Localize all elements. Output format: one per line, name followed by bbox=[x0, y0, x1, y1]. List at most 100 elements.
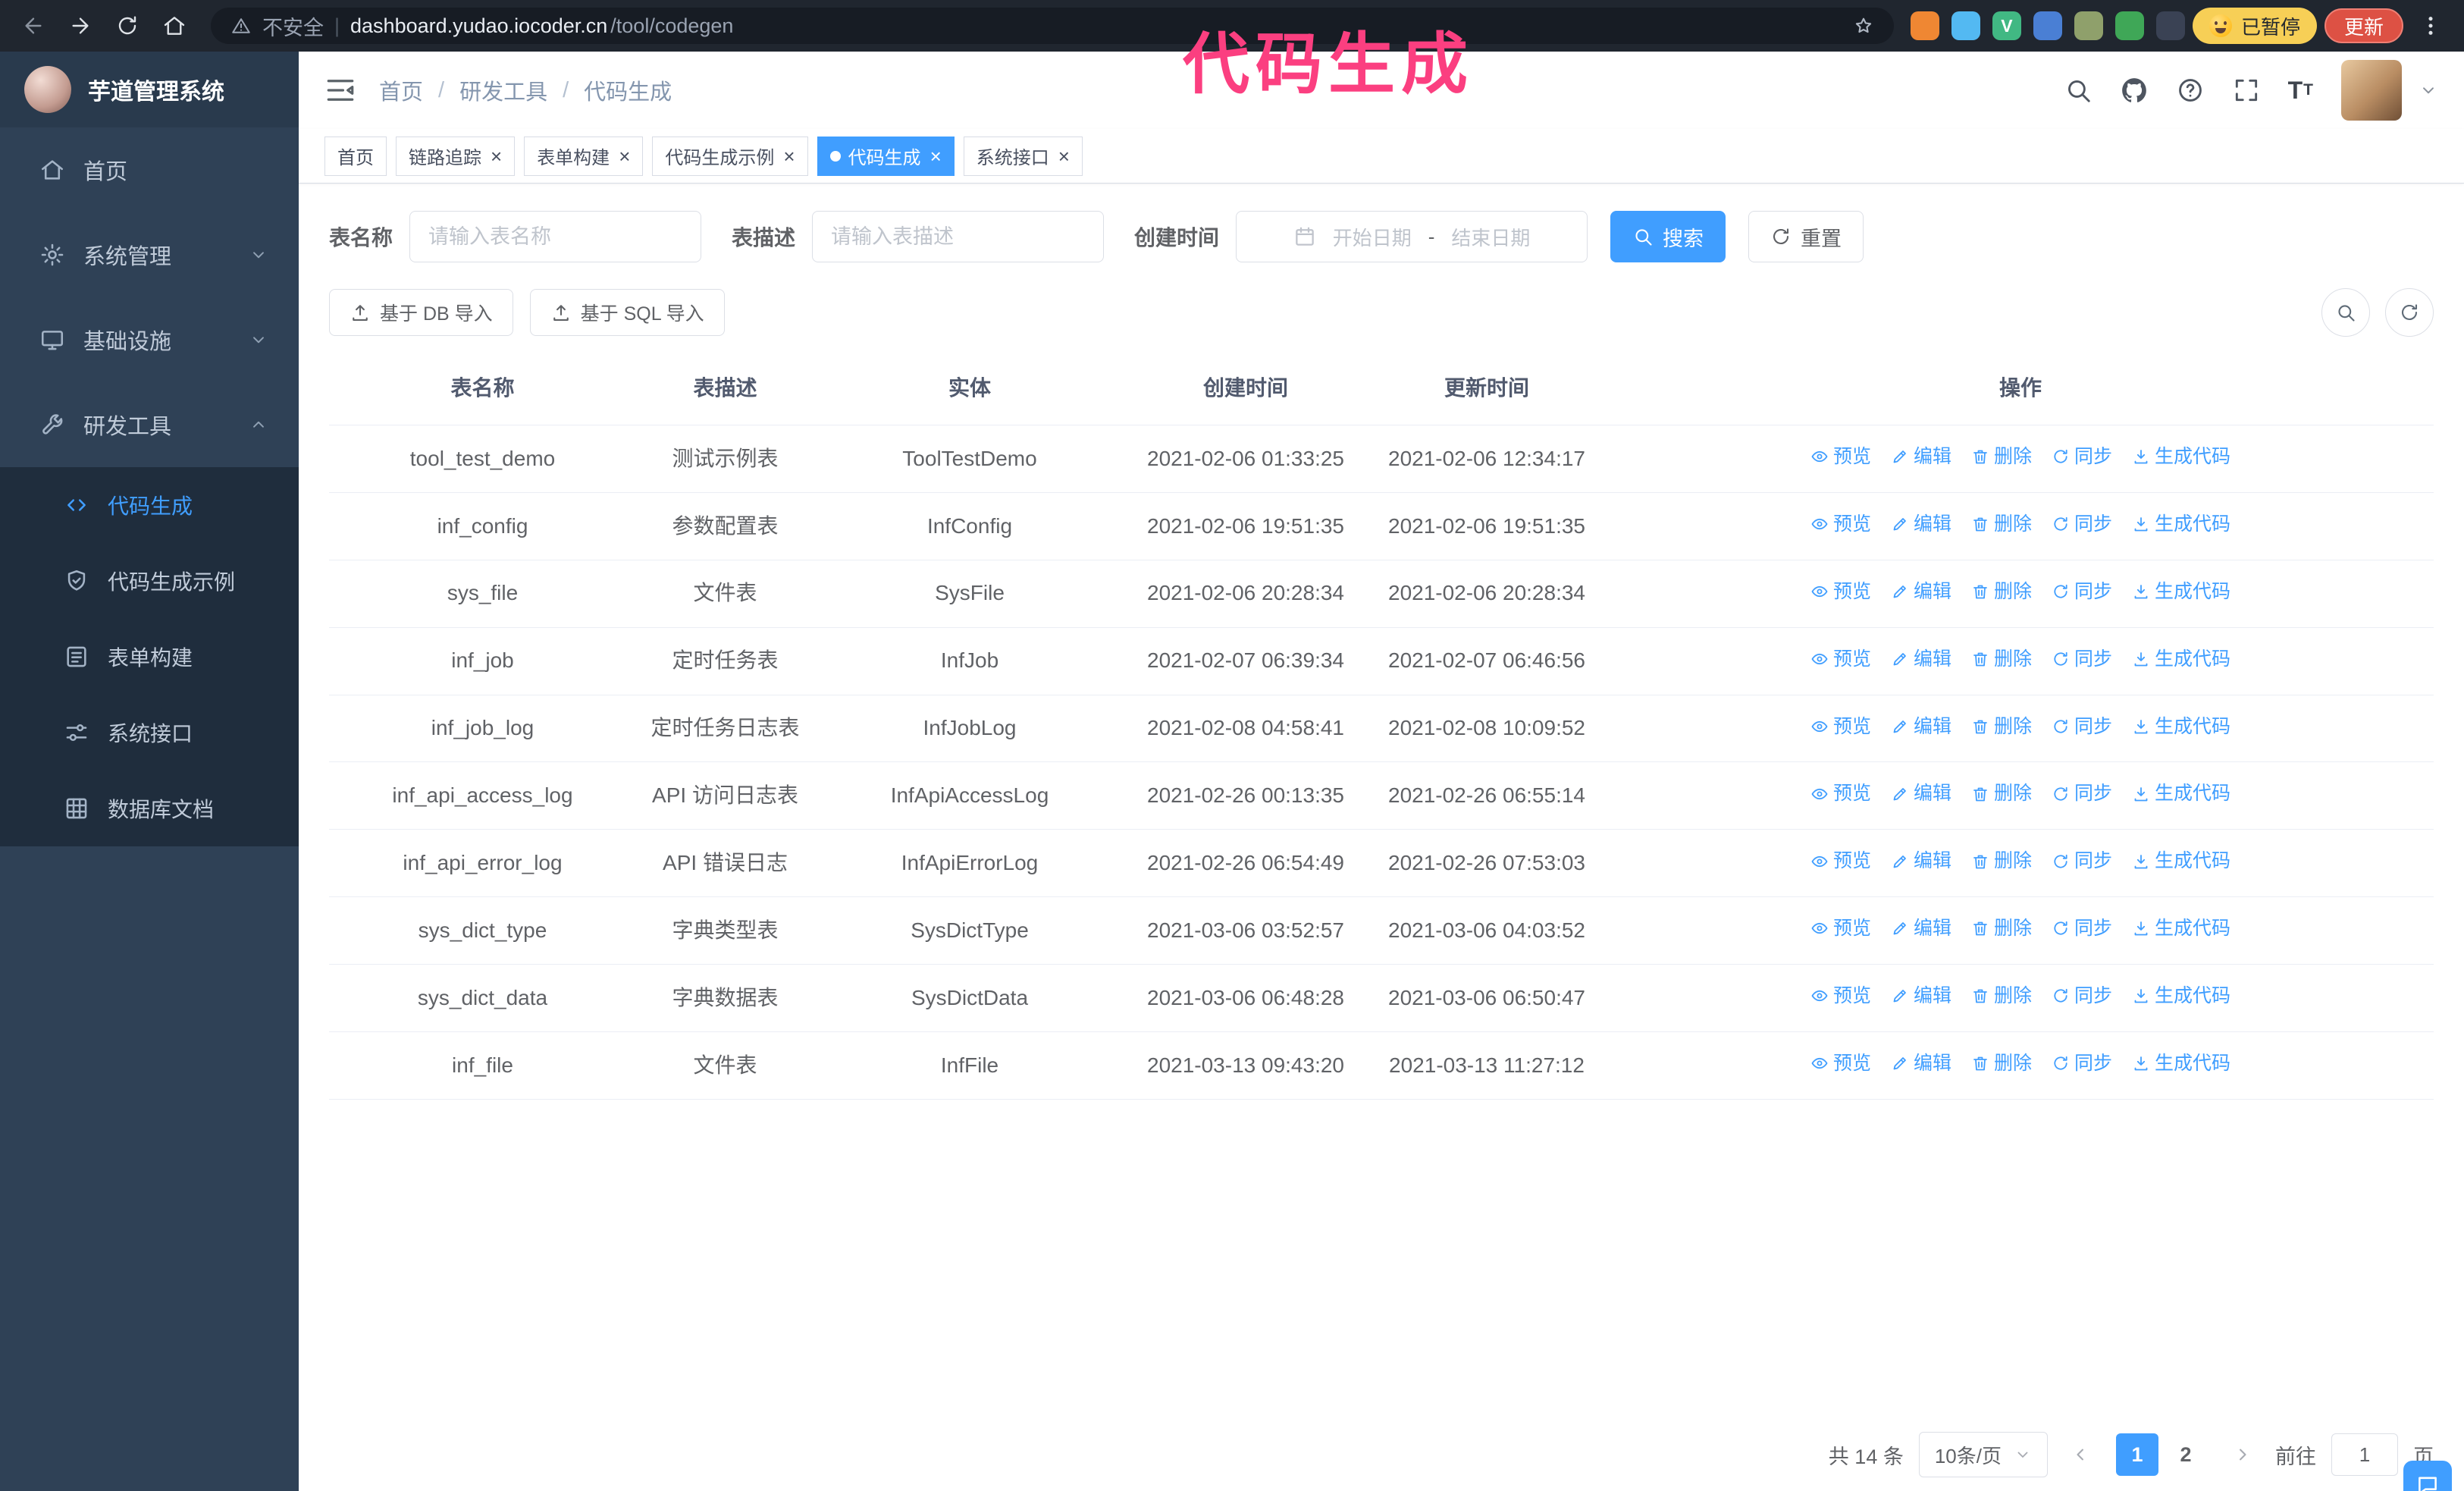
extension-icon-drop[interactable] bbox=[1951, 11, 1980, 40]
action-delete[interactable]: 删除 bbox=[1971, 646, 2032, 673]
action-sync[interactable]: 同步 bbox=[2052, 848, 2112, 874]
action-sync[interactable]: 同步 bbox=[2052, 1050, 2112, 1077]
close-tab-icon[interactable]: × bbox=[491, 146, 502, 166]
action-delete[interactable]: 删除 bbox=[1971, 714, 2032, 740]
extension-icon-puzzle[interactable] bbox=[2155, 11, 2185, 40]
action-delete[interactable]: 删除 bbox=[1971, 444, 2032, 470]
action-preview[interactable]: 预览 bbox=[1810, 848, 1871, 874]
breadcrumb-item[interactable]: 首页 bbox=[379, 74, 423, 106]
sidebar-item-form-builder[interactable]: 表单构建 bbox=[0, 619, 299, 695]
refresh-table-button[interactable] bbox=[2385, 288, 2434, 337]
import-db-button[interactable]: 基于 DB 导入 bbox=[329, 289, 513, 336]
github-icon[interactable] bbox=[2120, 76, 2149, 105]
extension-icon-vue[interactable]: V bbox=[1992, 11, 2021, 40]
tab-home[interactable]: 首页 bbox=[324, 136, 387, 176]
app-logo[interactable]: 芋道管理系统 bbox=[0, 52, 299, 127]
font-size-icon[interactable]: TT bbox=[2288, 76, 2314, 105]
action-preview[interactable]: 预览 bbox=[1810, 646, 1871, 673]
action-delete[interactable]: 删除 bbox=[1971, 1050, 2032, 1077]
search-icon[interactable] bbox=[2064, 76, 2093, 105]
fullscreen-icon[interactable] bbox=[2232, 76, 2261, 105]
action-delete[interactable]: 删除 bbox=[1971, 983, 2032, 1009]
chevron-down-icon[interactable] bbox=[2419, 80, 2438, 100]
action-delete[interactable]: 删除 bbox=[1971, 511, 2032, 538]
date-range-picker[interactable]: 开始日期 - 结束日期 bbox=[1236, 211, 1588, 262]
close-tab-icon[interactable]: × bbox=[619, 146, 630, 166]
tab-codegen[interactable]: 代码生成 × bbox=[817, 136, 955, 176]
page-button-2[interactable]: 2 bbox=[2165, 1433, 2207, 1476]
action-edit[interactable]: 编辑 bbox=[1891, 848, 1951, 874]
sidebar-fold-icon[interactable] bbox=[324, 74, 356, 106]
paused-badge[interactable]: 已暂停 bbox=[2192, 8, 2317, 44]
extension-icon-pixel[interactable] bbox=[2074, 11, 2103, 40]
sidebar-item-infra[interactable]: 基础设施 bbox=[0, 297, 299, 382]
close-tab-icon[interactable]: × bbox=[783, 146, 795, 166]
tab-codegen-example[interactable]: 代码生成示例 × bbox=[652, 136, 808, 176]
browser-update-button[interactable]: 更新 bbox=[2324, 8, 2403, 43]
browser-menu-dots-icon[interactable] bbox=[2411, 6, 2450, 46]
action-preview[interactable]: 预览 bbox=[1810, 444, 1871, 470]
action-generate-code[interactable]: 生成代码 bbox=[2132, 511, 2230, 538]
prev-page-button[interactable] bbox=[2063, 1437, 2098, 1472]
action-sync[interactable]: 同步 bbox=[2052, 780, 2112, 807]
import-sql-button[interactable]: 基于 SQL 导入 bbox=[529, 289, 725, 336]
browser-home-icon[interactable] bbox=[155, 6, 194, 46]
action-generate-code[interactable]: 生成代码 bbox=[2132, 983, 2230, 1009]
extension-icon-orange[interactable] bbox=[1910, 11, 1939, 40]
help-icon[interactable] bbox=[2176, 76, 2205, 105]
page-button-1[interactable]: 1 bbox=[2116, 1433, 2158, 1476]
action-sync[interactable]: 同步 bbox=[2052, 983, 2112, 1009]
sidebar-item-codegen-example[interactable]: 代码生成示例 bbox=[0, 543, 299, 619]
search-button[interactable]: 搜索 bbox=[1610, 211, 1726, 262]
action-preview[interactable]: 预览 bbox=[1810, 714, 1871, 740]
sidebar-item-devtools[interactable]: 研发工具 bbox=[0, 382, 299, 467]
action-preview[interactable]: 预览 bbox=[1810, 983, 1871, 1009]
action-preview[interactable]: 预览 bbox=[1810, 1050, 1871, 1077]
breadcrumb-item[interactable]: 研发工具 bbox=[459, 74, 547, 106]
action-edit[interactable]: 编辑 bbox=[1891, 646, 1951, 673]
breadcrumb-item[interactable]: 代码生成 bbox=[584, 74, 672, 106]
action-delete[interactable]: 删除 bbox=[1971, 579, 2032, 605]
action-edit[interactable]: 编辑 bbox=[1891, 444, 1951, 470]
goto-page-input[interactable] bbox=[2331, 1433, 2398, 1476]
extension-icon-people[interactable] bbox=[2033, 11, 2062, 40]
action-edit[interactable]: 编辑 bbox=[1891, 780, 1951, 807]
action-sync[interactable]: 同步 bbox=[2052, 915, 2112, 942]
action-generate-code[interactable]: 生成代码 bbox=[2132, 646, 2230, 673]
action-sync[interactable]: 同步 bbox=[2052, 714, 2112, 740]
action-edit[interactable]: 编辑 bbox=[1891, 714, 1951, 740]
action-delete[interactable]: 删除 bbox=[1971, 848, 2032, 874]
action-sync[interactable]: 同步 bbox=[2052, 646, 2112, 673]
browser-reload-icon[interactable] bbox=[108, 6, 147, 46]
action-delete[interactable]: 删除 bbox=[1971, 780, 2032, 807]
action-generate-code[interactable]: 生成代码 bbox=[2132, 848, 2230, 874]
next-page-button[interactable] bbox=[2225, 1437, 2260, 1472]
table-desc-input[interactable] bbox=[812, 211, 1105, 262]
action-sync[interactable]: 同步 bbox=[2052, 579, 2112, 605]
action-generate-code[interactable]: 生成代码 bbox=[2132, 579, 2230, 605]
action-generate-code[interactable]: 生成代码 bbox=[2132, 444, 2230, 470]
action-generate-code[interactable]: 生成代码 bbox=[2132, 714, 2230, 740]
action-sync[interactable]: 同步 bbox=[2052, 511, 2112, 538]
action-edit[interactable]: 编辑 bbox=[1891, 915, 1951, 942]
tab-api[interactable]: 系统接口 × bbox=[963, 136, 1083, 176]
tab-tracer[interactable]: 链路追踪 × bbox=[396, 136, 516, 176]
extension-icon-leaf[interactable] bbox=[2114, 11, 2144, 40]
table-name-input[interactable] bbox=[409, 211, 702, 262]
sidebar-item-system[interactable]: 系统管理 bbox=[0, 212, 299, 297]
browser-address-bar[interactable]: 不安全 | dashboard.yudao.iocoder.cn /tool/c… bbox=[211, 8, 1894, 44]
sidebar-item-api[interactable]: 系统接口 bbox=[0, 695, 299, 771]
action-generate-code[interactable]: 生成代码 bbox=[2132, 915, 2230, 942]
action-preview[interactable]: 预览 bbox=[1810, 579, 1871, 605]
browser-back-icon[interactable] bbox=[14, 6, 53, 46]
action-preview[interactable]: 预览 bbox=[1810, 780, 1871, 807]
bookmark-star-icon[interactable] bbox=[1853, 15, 1874, 36]
sidebar-item-home[interactable]: 首页 bbox=[0, 127, 299, 212]
sidebar-item-codegen[interactable]: 代码生成 bbox=[0, 467, 299, 543]
toggle-search-button[interactable] bbox=[2321, 288, 2370, 337]
user-avatar[interactable] bbox=[2341, 60, 2402, 121]
action-preview[interactable]: 预览 bbox=[1810, 915, 1871, 942]
action-generate-code[interactable]: 生成代码 bbox=[2132, 780, 2230, 807]
chat-float-button[interactable] bbox=[2403, 1461, 2452, 1491]
action-edit[interactable]: 编辑 bbox=[1891, 1050, 1951, 1077]
